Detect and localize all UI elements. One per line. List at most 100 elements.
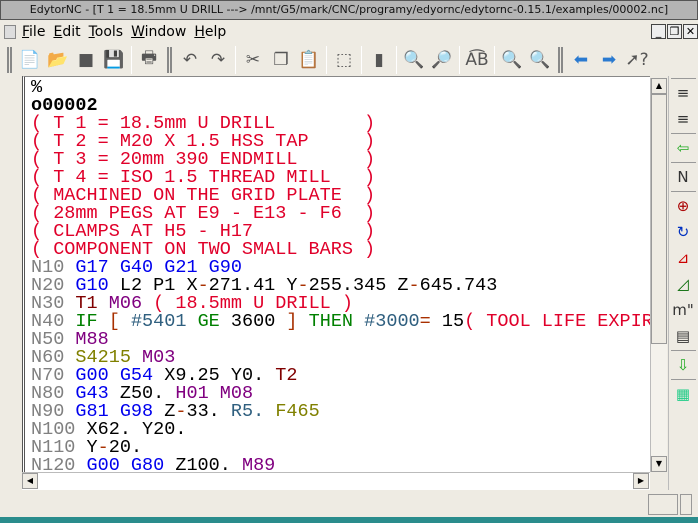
- code-token-b: =: [419, 311, 431, 332]
- restore-button[interactable]: ❐: [667, 24, 682, 39]
- whats-this-icon[interactable]: ➚?: [625, 48, 649, 72]
- code-token-c: ( TOOL LIFE EXPIRED: [464, 311, 650, 332]
- main-toolbar: 📄 📂 ■ 💾 🖶 ↶ ↷ ✂ ❐ 📋 ⬚ ▮ 🔍 🔎 A͡B 🔍 🔍 ⬅ ➡ ➚?: [0, 43, 698, 76]
- code-token-x: 3600: [230, 311, 287, 332]
- toolbar-separator: [494, 45, 495, 74]
- taskbar-strip: [0, 517, 698, 523]
- code-token-b: ]: [286, 311, 309, 332]
- toolbar-separator: [459, 45, 460, 74]
- window-title: EdytorNC - [T 1 = 18.5mm U DRILL ---> /m…: [29, 3, 669, 16]
- minimize-button[interactable]: _: [651, 24, 666, 39]
- document-icon[interactable]: ▮: [367, 48, 391, 72]
- code-token-num: N120: [31, 455, 87, 472]
- new-file-icon[interactable]: 📄: [18, 48, 42, 72]
- code-text[interactable]: % o00002( T 1 = 18.5mm U DRILL )( T 2 = M…: [25, 77, 650, 472]
- code-token-t: T2: [275, 365, 298, 386]
- code-token-o: F465: [275, 401, 320, 422]
- cut-icon[interactable]: ✂: [241, 48, 265, 72]
- side-toolbar: ≡ ≡ ⇦ N ⊕ ↻ ⊿ ◿ m" ▤ ⇩ ▦: [668, 76, 698, 490]
- menu-help[interactable]: Help: [194, 24, 226, 40]
- code-line[interactable]: N120 G00 G80 Z100. M89: [31, 455, 650, 472]
- find-next-icon[interactable]: 🔎: [430, 48, 454, 72]
- window-title-bar: EdytorNC - [T 1 = 18.5mm U DRILL ---> /m…: [0, 0, 698, 20]
- scroll-left-icon[interactable]: ◀: [22, 473, 38, 489]
- menu-tools[interactable]: Tools: [89, 24, 124, 40]
- code-token-m: M89: [241, 455, 276, 472]
- renumber-icon[interactable]: N: [670, 165, 696, 189]
- toolbar-separator: [326, 45, 327, 74]
- scroll-thumb[interactable]: [651, 94, 667, 344]
- toolbar-grip[interactable]: [558, 46, 563, 73]
- toolbar-grip[interactable]: [671, 78, 696, 79]
- find-icon[interactable]: 🔍: [402, 48, 426, 72]
- vertical-scrollbar[interactable]: ▲ ▼: [650, 78, 667, 472]
- code-token-v: R5.: [230, 401, 276, 422]
- status-panel: [648, 494, 678, 515]
- import-icon[interactable]: ⇦: [670, 136, 696, 160]
- toolbar-grip[interactable]: [167, 46, 172, 73]
- code-token-g: G00 G80: [86, 455, 176, 472]
- menu-label: indow: [144, 23, 187, 40]
- toolbar-separator: [131, 45, 132, 74]
- open-file-icon[interactable]: 📂: [46, 48, 70, 72]
- replace-icon[interactable]: A͡B: [465, 48, 489, 72]
- toolbar-separator: [361, 45, 362, 74]
- insert-spaces-icon[interactable]: ≡: [670, 81, 696, 105]
- bolt-circle-icon[interactable]: ⊕: [670, 194, 696, 218]
- status-panel: [680, 494, 692, 515]
- copy-icon[interactable]: ❐: [269, 48, 293, 72]
- code-token-k: GE: [197, 311, 231, 332]
- redo-icon[interactable]: ↷: [206, 48, 230, 72]
- code-token-x: 33.: [186, 401, 231, 422]
- close-button[interactable]: ✕: [683, 24, 698, 39]
- menu-bar: File Edit Tools Window Help: [0, 20, 698, 43]
- forward-icon[interactable]: ➡: [597, 48, 621, 72]
- code-token-v: #5401: [130, 311, 198, 332]
- menu-mnemonic: H: [194, 23, 205, 40]
- feed-speed-icon[interactable]: ↻: [670, 220, 696, 244]
- code-token-x: Z100.: [175, 455, 242, 472]
- scroll-right-icon[interactable]: ▶: [633, 473, 649, 489]
- code-line[interactable]: N40 IF [ #5401 GE 3600 ] THEN #3000= 15(…: [31, 311, 650, 332]
- zoom-in-icon[interactable]: 🔍: [500, 48, 524, 72]
- code-token-x: 645.743: [419, 275, 498, 296]
- menu-edit[interactable]: Edit: [53, 24, 80, 40]
- undo-icon[interactable]: ↶: [178, 48, 202, 72]
- menu-label: dit: [62, 23, 81, 40]
- toolbar-separator: [671, 162, 696, 163]
- code-token-b: -: [408, 275, 420, 296]
- back-icon[interactable]: ⬅: [569, 48, 593, 72]
- calculator-icon[interactable]: ▦: [670, 382, 696, 406]
- triangle-solver-icon[interactable]: ⊿: [670, 246, 696, 270]
- menu-file[interactable]: File: [22, 24, 45, 40]
- trig-icon[interactable]: ◿: [670, 272, 696, 296]
- code-token-k: THEN: [308, 311, 365, 332]
- document-icon[interactable]: [4, 24, 16, 39]
- toolbar-grip[interactable]: [7, 46, 12, 73]
- select-all-icon[interactable]: ⬚: [332, 48, 356, 72]
- menu-label: ile: [29, 23, 46, 40]
- convert-inch-mm-icon[interactable]: m": [670, 298, 696, 322]
- menu-label: ools: [94, 23, 124, 40]
- code-token-b: [: [108, 311, 131, 332]
- menu-label: elp: [204, 23, 227, 40]
- menu-window[interactable]: Window: [131, 24, 186, 40]
- close-file-icon[interactable]: ■: [74, 48, 98, 72]
- toolbar-separator: [671, 133, 696, 134]
- print-icon[interactable]: 🖶: [137, 48, 161, 72]
- insert-file-icon[interactable]: ⇩: [670, 353, 696, 377]
- menu-mnemonic: W: [131, 23, 145, 40]
- status-bar: [0, 490, 698, 517]
- convert-table-icon[interactable]: ▤: [670, 324, 696, 348]
- code-line[interactable]: %: [31, 78, 650, 97]
- paste-icon[interactable]: 📋: [297, 48, 321, 72]
- toolbar-separator: [671, 191, 696, 192]
- toolbar-separator: [235, 45, 236, 74]
- save-icon[interactable]: 💾: [102, 48, 126, 72]
- scroll-down-icon[interactable]: ▼: [651, 456, 667, 472]
- code-editor[interactable]: % o00002( T 1 = 18.5mm U DRILL )( T 2 = M…: [22, 76, 650, 472]
- zoom-out-icon[interactable]: 🔍: [528, 48, 552, 72]
- horizontal-scrollbar[interactable]: ◀ ▶: [22, 472, 650, 490]
- remove-spaces-icon[interactable]: ≡: [670, 107, 696, 131]
- scroll-up-icon[interactable]: ▲: [651, 78, 667, 94]
